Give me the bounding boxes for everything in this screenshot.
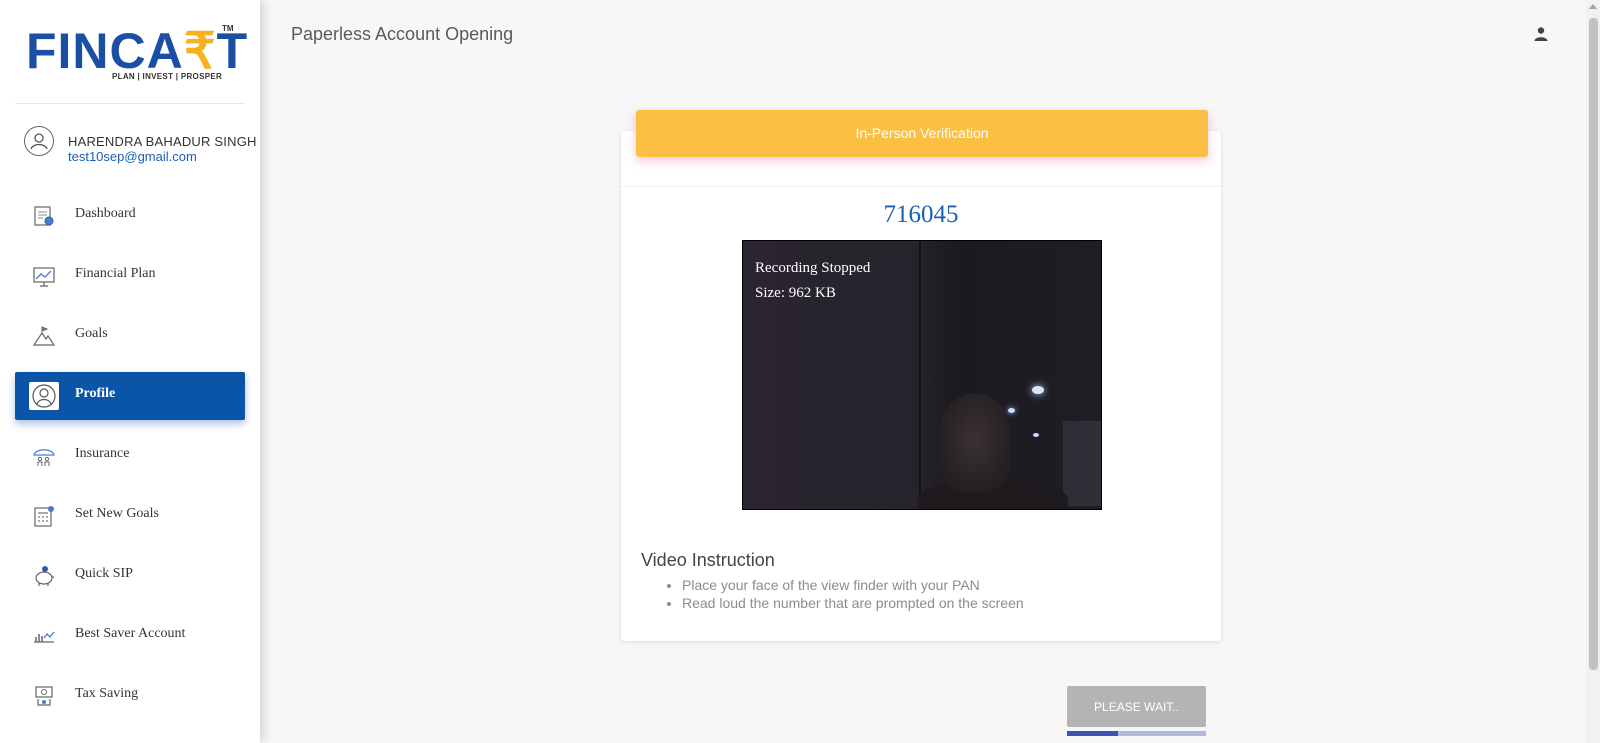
verification-banner: In-Person Verification — [636, 110, 1208, 157]
sidebar-item-set-new-goals[interactable]: Set New Goals — [15, 492, 245, 540]
video-overlay: Recording Stopped Size: 962 KB — [755, 256, 870, 306]
sidebar-item-label: Set New Goals — [75, 506, 159, 521]
avatar — [24, 126, 54, 156]
sidebar-item-financial-plan[interactable]: Financial Plan — [15, 252, 245, 300]
sidebar-item-insurance[interactable]: Insurance — [15, 432, 245, 480]
fincart-logo[interactable]: FINCA₹T TM PLAN | INVEST | PROSPER — [22, 22, 247, 92]
sidebar-item-quick-sip[interactable]: Quick SIP — [15, 552, 245, 600]
sidebar-item-label: Financial Plan — [75, 266, 156, 281]
dashboard-icon — [34, 206, 54, 226]
video-preview: Recording Stopped Size: 962 KB — [742, 240, 1102, 510]
instructions-list: Place your face of the view finder with … — [664, 576, 1024, 612]
video-person-silhouette — [939, 394, 1011, 492]
sidebar-item-profile[interactable]: Profile — [15, 372, 245, 420]
scroll-up-arrow-icon[interactable] — [1589, 4, 1597, 9]
mountain-flag-icon — [32, 326, 56, 346]
instructions-title: Video Instruction — [641, 550, 775, 570]
sidebar-divider — [15, 103, 245, 104]
user-circle-icon — [29, 382, 59, 410]
video-background — [1063, 421, 1101, 506]
piggy-bank-icon — [35, 566, 54, 586]
user-email: test10sep@gmail.com — [68, 149, 197, 164]
sidebar-item-tax-saving[interactable]: Tax Saving — [15, 672, 245, 720]
account-icon[interactable] — [1533, 26, 1549, 42]
recording-size: Size: 962 KB — [755, 285, 836, 301]
please-wait-button[interactable]: PLEASE WAIT.. — [1067, 686, 1206, 727]
sidebar-item-best-saver-account[interactable]: Best Saver Account — [15, 612, 245, 660]
user-profile-summary: HARENDRA BAHADUR SINGH test10sep@gmail.c… — [24, 124, 257, 164]
umbrella-family-icon — [33, 449, 55, 466]
sidebar-item-label: Dashboard — [75, 206, 136, 221]
sidebar-item-label: Profile — [75, 386, 116, 401]
user-name: HARENDRA BAHADUR SINGH — [68, 134, 257, 149]
sidebar-item-label: Insurance — [75, 446, 130, 461]
video-background — [919, 241, 921, 509]
logo-trademark: TM — [222, 24, 234, 33]
sidebar-item-label: Quick SIP — [75, 566, 133, 581]
page-scrollbar[interactable] — [1586, 0, 1600, 743]
logo-wordmark: FINCA₹T — [26, 23, 249, 79]
sidebar-item-dashboard[interactable]: Dashboard — [15, 192, 245, 240]
card-divider — [621, 186, 1221, 187]
chart-board-icon — [33, 267, 55, 287]
video-light — [1033, 433, 1039, 437]
calculator-icon — [34, 506, 54, 527]
instruction-item: Read loud the number that are prompted o… — [682, 594, 1024, 612]
recording-status: Recording Stopped — [755, 260, 871, 276]
logo-tagline: PLAN | INVEST | PROSPER — [112, 72, 223, 81]
upload-progress-fill — [1067, 731, 1119, 736]
sidebar-nav: Dashboard Financial Plan Goals Profile I… — [15, 192, 245, 732]
video-light — [1008, 408, 1015, 413]
upload-progress-bar — [1067, 731, 1206, 736]
instruction-item: Place your face of the view finder with … — [682, 576, 1024, 594]
tax-money-icon — [35, 686, 53, 706]
sidebar-item-label: Tax Saving — [75, 686, 139, 701]
page-title: Paperless Account Opening — [291, 24, 514, 44]
sidebar-item-label: Goals — [75, 326, 108, 341]
savings-chart-icon — [34, 631, 55, 643]
sidebar-item-goals[interactable]: Goals — [15, 312, 245, 360]
verification-code: 716045 — [883, 201, 959, 228]
user-avatar-icon — [30, 133, 48, 150]
sidebar: FINCA₹T TM PLAN | INVEST | PROSPER HAREN… — [0, 0, 260, 743]
video-light — [1032, 386, 1044, 394]
sidebar-item-label: Best Saver Account — [75, 626, 186, 641]
scrollbar-thumb[interactable] — [1589, 18, 1598, 670]
